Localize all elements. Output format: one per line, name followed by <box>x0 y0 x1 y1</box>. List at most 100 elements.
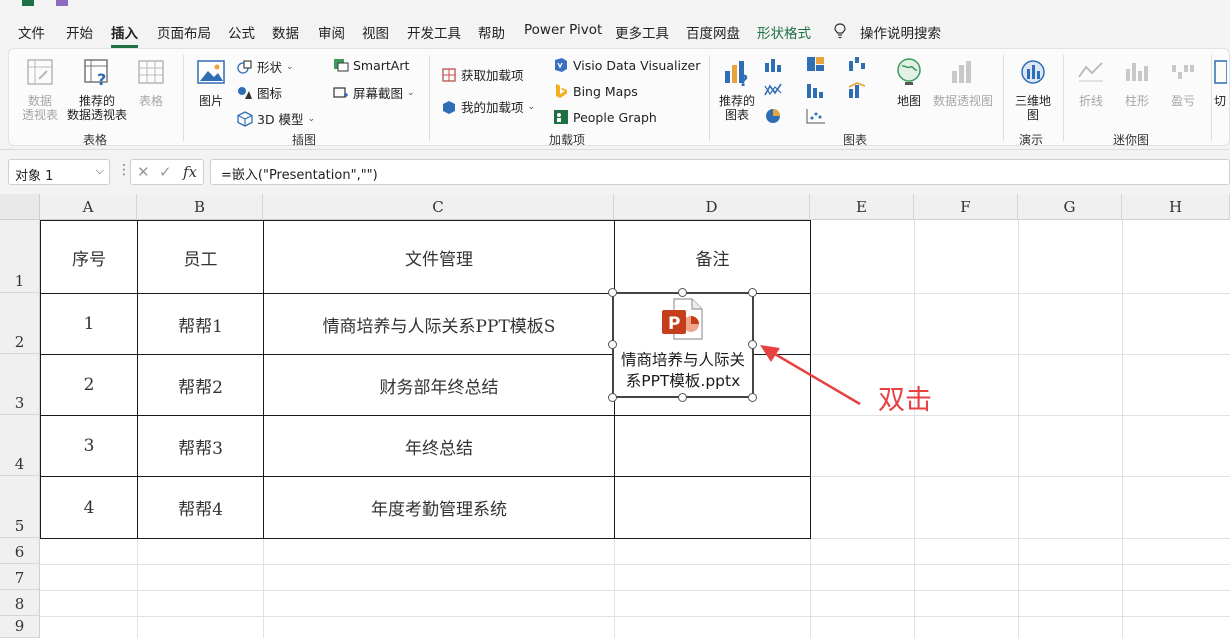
cell-a2[interactable]: 1 <box>40 293 138 355</box>
picture-button[interactable]: 图片 <box>193 57 229 108</box>
row-header-2[interactable]: 2 <box>0 293 40 354</box>
tab-home[interactable]: 开始 <box>66 22 93 42</box>
more-options-icon[interactable]: ⋮ <box>117 162 131 178</box>
3d-map-button[interactable]: 三维地 图 <box>1011 57 1055 122</box>
cell-d1[interactable]: 备注 <box>614 220 811 294</box>
cell-b4[interactable]: 帮帮3 <box>137 415 264 477</box>
gridline <box>1122 220 1123 638</box>
column-header-f[interactable]: F <box>914 194 1018 220</box>
tab-view[interactable]: 视图 <box>362 22 389 42</box>
insert-function-icon[interactable]: fx <box>183 163 197 181</box>
row-header-7[interactable]: 7 <box>0 564 40 590</box>
cancel-icon[interactable]: ✕ <box>137 163 150 181</box>
cell-b5[interactable]: 帮帮4 <box>137 476 264 539</box>
row-header-9[interactable]: 9 <box>0 616 40 638</box>
resize-handle[interactable] <box>678 288 687 297</box>
gridline <box>1018 220 1019 638</box>
tab-help[interactable]: 帮助 <box>478 22 505 42</box>
cell-d4[interactable] <box>614 415 811 477</box>
cell-c1[interactable]: 文件管理 <box>263 220 615 294</box>
statistic-chart-icon[interactable] <box>805 81 827 99</box>
pie-chart-icon[interactable] <box>763 107 785 125</box>
embedded-ppt-object[interactable]: P 情商培养与人际关系PPT模板.pptx <box>612 292 754 398</box>
my-addins-button[interactable]: 我的加载项 ⌄ <box>441 97 535 116</box>
sparkline-column-button[interactable]: 柱形 <box>1117 57 1157 108</box>
screenshot-button[interactable]: 屏幕截图 ⌄ <box>333 83 415 102</box>
row-header-3[interactable]: 3 <box>0 354 40 415</box>
tab-formulas[interactable]: 公式 <box>228 22 255 42</box>
cell-a3[interactable]: 2 <box>40 354 138 416</box>
map-chart-button[interactable]: 地图 <box>891 57 927 108</box>
hierarchy-chart-icon[interactable] <box>805 55 827 73</box>
column-header-b[interactable]: B <box>137 194 263 220</box>
tab-baidu-netdisk[interactable]: 百度网盘 <box>686 22 740 42</box>
column-header-g[interactable]: G <box>1018 194 1122 220</box>
recommended-charts-icon: ? <box>725 61 748 90</box>
cell-a5[interactable]: 4 <box>40 476 138 539</box>
pivot-chart-button[interactable]: 数据透视图 <box>931 57 995 108</box>
resize-handle[interactable] <box>678 393 687 402</box>
cell-d5[interactable] <box>614 476 811 539</box>
row-header-4[interactable]: 4 <box>0 415 40 476</box>
cell-c4[interactable]: 年终总结 <box>263 415 615 477</box>
people-graph-button[interactable]: People Graph <box>553 109 657 125</box>
column-header-a[interactable]: A <box>40 194 137 220</box>
row-header-5[interactable]: 5 <box>0 476 40 538</box>
column-header-h[interactable]: H <box>1122 194 1230 220</box>
tab-power-pivot[interactable]: Power Pivot <box>524 22 602 38</box>
slicer-button[interactable]: 切 <box>1213 57 1227 108</box>
bing-maps-button[interactable]: Bing Maps <box>553 83 638 99</box>
column-header-e[interactable]: E <box>810 194 914 220</box>
column-chart-icon[interactable] <box>763 55 785 73</box>
row-header-6[interactable]: 6 <box>0 538 40 564</box>
waterfall-chart-icon[interactable] <box>847 55 869 73</box>
combo-chart-icon[interactable] <box>847 81 869 99</box>
table-button[interactable]: 表格 <box>133 57 169 108</box>
tab-data[interactable]: 数据 <box>272 22 299 42</box>
tab-file[interactable]: 文件 <box>18 22 45 42</box>
line-chart-icon[interactable] <box>763 81 785 99</box>
cell-b3[interactable]: 帮帮2 <box>137 354 264 416</box>
pivot-table-button[interactable]: 数据 透视表 <box>21 57 59 122</box>
addins-icon <box>443 100 455 114</box>
enter-icon[interactable]: ✓ <box>159 163 172 181</box>
select-all-corner[interactable] <box>0 194 40 220</box>
tab-developer[interactable]: 开发工具 <box>407 22 461 42</box>
tab-page-layout[interactable]: 页面布局 <box>157 22 211 42</box>
get-addins-button[interactable]: 获取加载项 <box>441 65 524 84</box>
resize-handle[interactable] <box>608 393 617 402</box>
cell-b1[interactable]: 员工 <box>137 220 264 294</box>
shapes-button[interactable]: 形状 ⌄ <box>237 57 294 76</box>
cell-c5[interactable]: 年度考勤管理系统 <box>263 476 615 539</box>
icons-button[interactable]: 图标 <box>237 83 282 102</box>
row-header-8[interactable]: 8 <box>0 590 40 616</box>
resize-handle[interactable] <box>608 288 617 297</box>
row-header-1[interactable]: 1 <box>0 220 40 293</box>
tab-shape-format[interactable]: 形状格式 <box>757 22 811 42</box>
tab-more-tools[interactable]: 更多工具 <box>615 22 669 42</box>
sparkline-winloss-button[interactable]: 盈亏 <box>1163 57 1203 108</box>
chevron-down-icon[interactable]: ⌵ <box>96 164 104 178</box>
resize-handle[interactable] <box>748 288 757 297</box>
sparkline-line-button[interactable]: 折线 <box>1071 57 1111 108</box>
cell-b2[interactable]: 帮帮1 <box>137 293 264 355</box>
recommended-charts-button[interactable]: ? 推荐的 图表 <box>715 57 759 122</box>
column-header-d[interactable]: D <box>614 194 810 220</box>
visio-visualizer-button[interactable]: Visio Data Visualizer <box>553 57 700 73</box>
gridline <box>40 590 1230 591</box>
tell-me-search[interactable]: 操作说明搜索 <box>860 22 941 42</box>
formula-input[interactable]: =嵌入("Presentation","") <box>210 159 1230 185</box>
name-box[interactable]: 对象 1 ⌵ <box>8 159 110 185</box>
tab-review[interactable]: 审阅 <box>318 22 345 42</box>
cell-a1[interactable]: 序号 <box>40 220 138 294</box>
scatter-chart-icon[interactable] <box>805 107 827 125</box>
3d-model-button[interactable]: 3D 模型 ⌄ <box>237 109 315 128</box>
smartart-button[interactable]: SmartArt <box>333 57 409 73</box>
recommended-pivot-button[interactable]: ? 推荐的 数据透视表 <box>65 57 129 122</box>
tab-insert[interactable]: 插入 <box>111 22 138 48</box>
resize-handle[interactable] <box>608 340 617 349</box>
cell-a4[interactable]: 3 <box>40 415 138 477</box>
column-header-c[interactable]: C <box>263 194 614 220</box>
cell-c2[interactable]: 情商培养与人际关系PPT模板S <box>263 293 615 355</box>
cell-c3[interactable]: 财务部年终总结 <box>263 354 615 416</box>
